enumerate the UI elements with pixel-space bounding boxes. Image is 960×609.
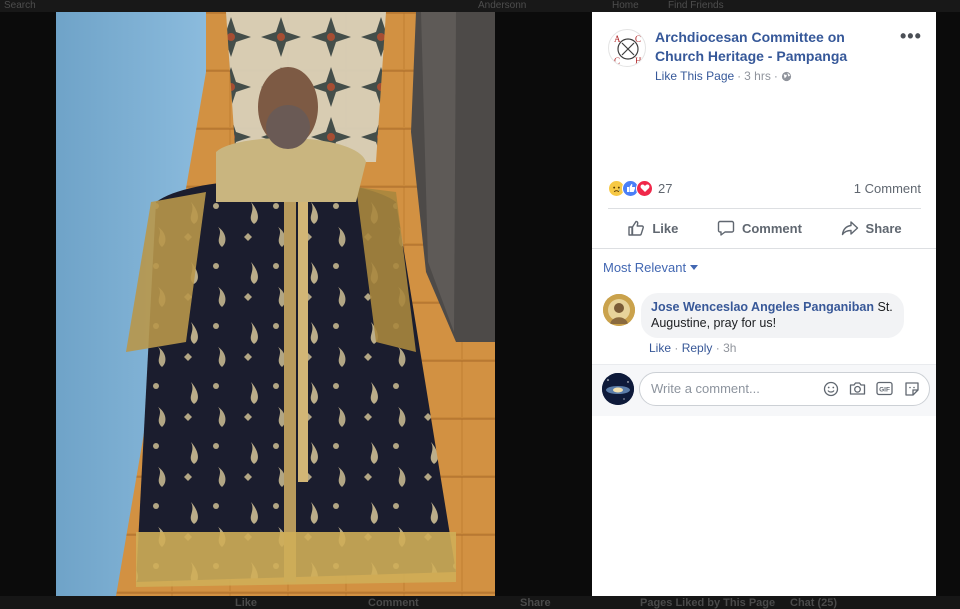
meta-separator: · bbox=[737, 69, 742, 83]
background-bottom-bar: Like Comment Share Pages Liked by This P… bbox=[0, 596, 960, 609]
comment-meta-sep-2: · bbox=[715, 341, 720, 355]
commenter-avatar[interactable] bbox=[603, 294, 635, 326]
ghost-profile-text: Andersonn bbox=[478, 0, 527, 11]
reactions-divider bbox=[608, 208, 921, 209]
page-avatar[interactable]: A C C H bbox=[608, 29, 646, 67]
like-button[interactable]: Like bbox=[627, 219, 678, 237]
composer-tools: GIF bbox=[821, 379, 921, 398]
emoji-icon[interactable] bbox=[821, 379, 840, 398]
comment-button-label: Comment bbox=[741, 220, 802, 236]
meta-separator-2: · bbox=[773, 69, 778, 83]
ghost-search-text: Search bbox=[4, 0, 36, 11]
sort-label: Most Relevant bbox=[603, 260, 687, 275]
galaxy-avatar-image bbox=[602, 373, 634, 405]
comment-author-link[interactable]: Jose Wenceslao Angeles Panganiban bbox=[651, 300, 874, 314]
ghost-home-text: Home bbox=[612, 0, 639, 11]
like-button-label: Like bbox=[652, 220, 679, 236]
post-options-button[interactable]: ••• bbox=[900, 26, 922, 47]
post-header: A C C H Archdiocesan Committee on Church… bbox=[592, 12, 936, 92]
current-user-avatar[interactable] bbox=[602, 373, 634, 405]
post-meta: Like This Page · 3 hrs · bbox=[655, 69, 792, 83]
like-this-page-link[interactable]: Like This Page bbox=[655, 69, 734, 83]
statue-photo-image bbox=[56, 12, 495, 596]
background-top-bar: Search Andersonn Home Find Friends bbox=[0, 0, 960, 12]
comment-time-link[interactable]: 3h bbox=[723, 341, 736, 355]
svg-text:C: C bbox=[635, 34, 641, 44]
ghost-pages-liked-text: Pages Liked by This Page bbox=[640, 597, 776, 609]
share-button[interactable]: Share bbox=[841, 219, 902, 237]
comment-meta-sep: · bbox=[674, 341, 679, 355]
reaction-icons-group[interactable]: 27 bbox=[608, 179, 672, 197]
svg-text:C: C bbox=[614, 56, 620, 66]
love-reaction-icon bbox=[636, 179, 653, 197]
post-photo[interactable] bbox=[56, 12, 495, 596]
post-side-panel: A C C H Archdiocesan Committee on Church… bbox=[592, 12, 936, 596]
comment-composer: GIF bbox=[592, 364, 936, 416]
thumbs-up-icon bbox=[628, 220, 645, 236]
svg-text:GIF: GIF bbox=[879, 387, 890, 394]
sticker-icon[interactable] bbox=[902, 379, 921, 398]
ghost-like-text: Like bbox=[235, 597, 258, 609]
comment-like-link[interactable]: Like bbox=[649, 341, 671, 355]
post-time-link[interactable]: 3 hrs bbox=[744, 69, 771, 83]
comment-meta: Like · Reply · 3h bbox=[649, 341, 736, 355]
comment-count-link[interactable]: 1 Comment bbox=[854, 181, 921, 196]
reactions-summary: 27 1 Comment bbox=[608, 178, 921, 198]
post-actions-bar: Like Comment Share bbox=[608, 210, 921, 246]
commenter-avatar-image bbox=[603, 294, 635, 326]
gif-icon[interactable]: GIF bbox=[875, 379, 894, 398]
ghost-comment-text: Comment bbox=[368, 597, 419, 609]
caret-down-icon bbox=[690, 265, 699, 270]
ghost-share-text: Share bbox=[520, 597, 551, 609]
reaction-count[interactable]: 27 bbox=[658, 181, 672, 196]
share-arrow-icon bbox=[841, 221, 858, 236]
actions-divider bbox=[592, 248, 936, 249]
comment-input[interactable] bbox=[651, 381, 811, 396]
globe-icon bbox=[781, 71, 791, 81]
comment-reply-link[interactable]: Reply bbox=[682, 341, 713, 355]
comment-sort-dropdown[interactable]: Most Relevant bbox=[603, 260, 699, 275]
ghost-chat-text: Chat (25) bbox=[790, 597, 838, 609]
comment-input-box[interactable]: GIF bbox=[639, 372, 930, 406]
page-name-link[interactable]: Archdiocesan Committee on Church Heritag… bbox=[655, 28, 895, 66]
share-button-label: Share bbox=[865, 220, 902, 236]
svg-text:A: A bbox=[614, 34, 621, 44]
comment-bubble-icon bbox=[717, 220, 735, 236]
comment-bubble: Jose Wenceslao Angeles Panganiban St. Au… bbox=[641, 293, 904, 338]
camera-icon[interactable] bbox=[848, 379, 867, 398]
acch-logo-icon: A C C H bbox=[614, 34, 642, 66]
comment-button[interactable]: Comment bbox=[717, 219, 802, 237]
ghost-find-friends-text: Find Friends bbox=[668, 0, 724, 11]
svg-text:H: H bbox=[635, 56, 642, 66]
